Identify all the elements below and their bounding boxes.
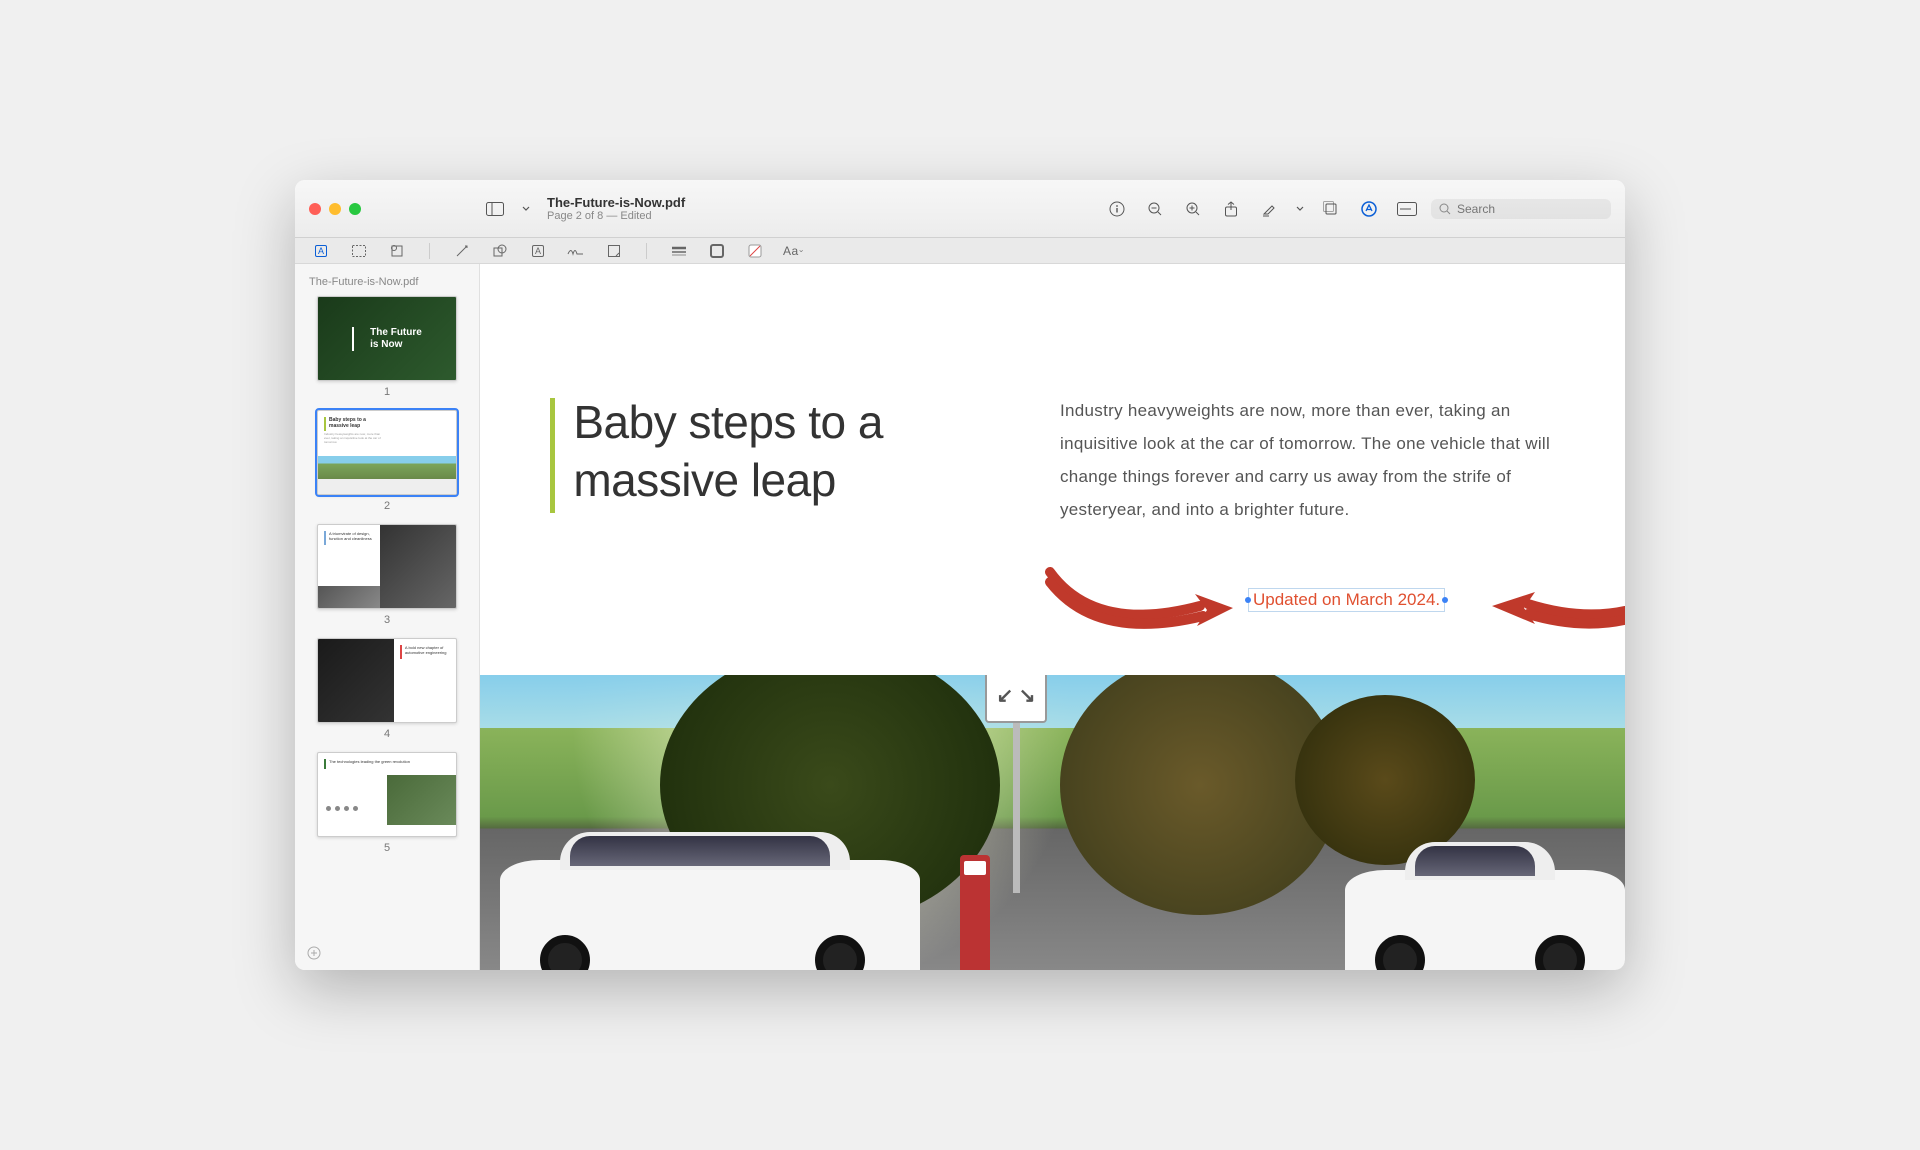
- titlebar: The-Future-is-Now.pdf Page 2 of 8 — Edit…: [295, 180, 1625, 238]
- page-content: Baby steps to a massive leap Industry he…: [480, 264, 1625, 970]
- search-icon: [1439, 203, 1451, 215]
- thumbnail-page-3[interactable]: A triumvirate of design, function and cl…: [305, 524, 469, 626]
- thumbnail-page-5[interactable]: The technologies leading the green revol…: [305, 752, 469, 854]
- sketch-tool[interactable]: [452, 242, 472, 260]
- traffic-lights: [309, 203, 361, 215]
- thumbnail-sidebar[interactable]: The-Future-is-Now.pdf The Futureis Now 1…: [295, 264, 480, 970]
- preview-window: The-Future-is-Now.pdf Page 2 of 8 — Edit…: [295, 180, 1625, 970]
- ev-charger: [960, 855, 990, 970]
- zoom-in-button[interactable]: [1179, 195, 1207, 223]
- body-paragraph: Industry heavyweights are now, more than…: [1060, 394, 1555, 527]
- minimize-window-button[interactable]: [329, 203, 341, 215]
- body: The-Future-is-Now.pdf The Futureis Now 1…: [295, 264, 1625, 970]
- document-filename: The-Future-is-Now.pdf: [547, 195, 707, 210]
- note-tool[interactable]: [604, 242, 624, 260]
- search-field-wrap[interactable]: [1431, 199, 1611, 219]
- sidebar-toggle-button[interactable]: [481, 195, 509, 223]
- highlight-button[interactable]: [1255, 195, 1283, 223]
- accent-bar: [550, 398, 555, 513]
- annotation-arrow-left: [1035, 564, 1235, 654]
- search-input[interactable]: [1457, 202, 1597, 216]
- car-left: [500, 860, 920, 970]
- sign-tool[interactable]: [566, 242, 586, 260]
- text-tool[interactable]: A: [528, 242, 548, 260]
- instant-alpha-tool[interactable]: [387, 242, 407, 260]
- rotate-button[interactable]: [1317, 195, 1345, 223]
- share-button[interactable]: [1217, 195, 1245, 223]
- thumbnail-page-2[interactable]: Baby steps to a massive leapIndustry hea…: [305, 410, 469, 512]
- markup-button[interactable]: [1355, 195, 1383, 223]
- annotation-arrow-right: [1480, 564, 1625, 654]
- zoom-out-button[interactable]: [1141, 195, 1169, 223]
- heading-block: Baby steps to a massive leap: [550, 394, 1020, 527]
- car-right: [1345, 870, 1625, 970]
- border-style-tool[interactable]: [669, 242, 689, 260]
- crop-button[interactable]: [1393, 195, 1421, 223]
- text-annotation-box[interactable]: Updated on March 2024.: [1248, 588, 1445, 612]
- document-subtitle: Page 2 of 8 — Edited: [547, 210, 707, 222]
- close-window-button[interactable]: [309, 203, 321, 215]
- sidebar-title: The-Future-is-Now.pdf: [305, 272, 469, 296]
- shapes-tool[interactable]: [490, 242, 510, 260]
- hero-image: ↙ ↘: [480, 675, 1625, 970]
- text-style-tool[interactable]: Aa: [783, 242, 803, 260]
- highlight-dropdown-button[interactable]: [1293, 195, 1307, 223]
- thumbnail-page-1[interactable]: The Futureis Now 1: [305, 296, 469, 398]
- page-heading: Baby steps to a massive leap: [573, 394, 1020, 527]
- border-color-tool[interactable]: [707, 242, 727, 260]
- document-title-block: The-Future-is-Now.pdf Page 2 of 8 — Edit…: [547, 195, 707, 222]
- rectangle-select-tool[interactable]: [349, 242, 369, 260]
- text-selection-tool[interactable]: A: [311, 242, 331, 260]
- add-page-button[interactable]: [305, 944, 323, 962]
- markup-toolbar: A A Aa: [295, 238, 1625, 264]
- info-button[interactable]: [1103, 195, 1131, 223]
- sidebar-dropdown-button[interactable]: [519, 195, 533, 223]
- fullscreen-window-button[interactable]: [349, 203, 361, 215]
- fill-color-tool[interactable]: [745, 242, 765, 260]
- parking-sign: ↙ ↘: [985, 675, 1047, 887]
- document-viewport[interactable]: Baby steps to a massive leap Industry he…: [480, 264, 1625, 970]
- thumbnail-page-4[interactable]: A bold new chapter of automotive enginee…: [305, 638, 469, 740]
